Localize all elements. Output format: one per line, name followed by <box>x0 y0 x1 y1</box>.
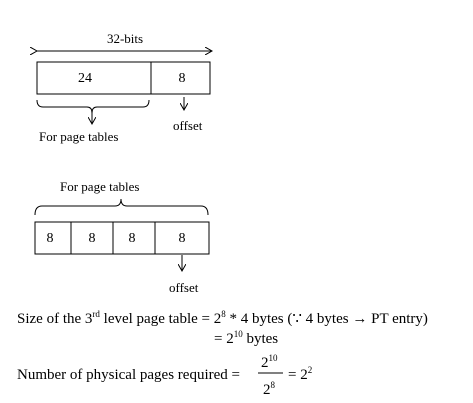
offset-label-2: offset <box>169 280 199 295</box>
physical-pages-label: Number of physical pages required = <box>17 367 240 383</box>
fraction-numerator: 210 <box>261 353 278 371</box>
offset-field: 8 <box>179 231 186 246</box>
table-size-line: Size of the 3rd level page table = 28 * … <box>17 309 428 327</box>
page-table-brace <box>36 99 150 114</box>
level3-field: 8 <box>129 231 136 246</box>
field-24: 24 <box>78 71 92 86</box>
page-table-diagram: 32-bits 24 8 For page tables offset For … <box>17 31 428 398</box>
brace-label-2: For page tables <box>60 179 139 194</box>
physical-pages-result: = 22 <box>288 365 312 383</box>
table-size-result: = 210 bytes <box>214 329 278 347</box>
offset-label: offset <box>173 118 203 133</box>
page-table-brace-2 <box>34 198 209 216</box>
level1-field: 8 <box>47 231 54 246</box>
level2-field: 8 <box>89 231 96 246</box>
width-label: 32-bits <box>107 31 143 46</box>
brace-label: For page tables <box>39 129 118 144</box>
field-8: 8 <box>179 71 186 86</box>
fraction-denominator: 28 <box>263 380 276 398</box>
